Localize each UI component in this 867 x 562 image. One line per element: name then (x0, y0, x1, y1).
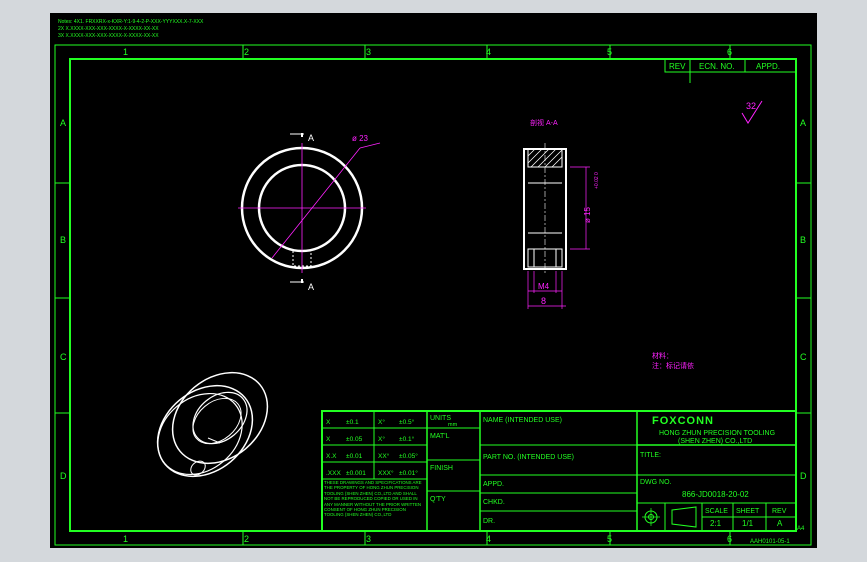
col-6-bottom: 6 (727, 534, 732, 544)
rev-header: REV (669, 62, 686, 71)
tol-r4-c2: ±0.001 (346, 470, 366, 477)
row-b-left: B (60, 235, 66, 245)
disclaimer-box: THESE DRAWINGS AND SPECIFICATIONS ARE TH… (324, 480, 422, 518)
tol-r3-c2: ±0.01 (346, 453, 363, 460)
tol-r3-c4: ±0.05° (399, 452, 418, 460)
tol-r2-c1: X (326, 436, 331, 443)
scale-label: SCALE (705, 508, 728, 515)
row-d-left: D (60, 471, 67, 481)
row-b-right: B (800, 235, 806, 245)
tol-r2-c4: ±0.1° (399, 435, 415, 443)
col-6: 6 (727, 47, 732, 57)
surface-finish-symbol: 32 (741, 100, 763, 124)
surface-finish-value: 32 (746, 101, 756, 111)
notes-header: Notes: 4X1. FRXXRX-x-KXR-Y:1-9-4-2-P-XXX… (58, 19, 204, 39)
ecn-header: ECN. NO. (699, 62, 735, 71)
title-label: TITLE: (640, 452, 661, 459)
isometric-view (156, 371, 269, 478)
dwg-number: 866-JD0018-20-02 (682, 490, 749, 499)
col-4-bottom: 4 (486, 534, 491, 544)
bore-diameter-dim: ø 15 (583, 206, 592, 223)
col-2: 2 (244, 47, 249, 57)
cad-drawing: Notes: 4X1. FRXXRX-x-KXR-Y:1-9-4-2-P-XXX… (54, 19, 812, 546)
section-label-bottom: A (308, 282, 314, 292)
col-4: 4 (486, 47, 491, 57)
sheet-size: A4 (797, 526, 805, 532)
finish-label: FINISH (430, 465, 453, 472)
title-block-labels: UNITS mm MAT'L FINISH Q'TY NAME (INTENDE… (430, 415, 574, 525)
zone-numbers-top: 1 2 3 4 5 6 (123, 47, 732, 57)
col-1-bottom: 1 (123, 534, 128, 544)
col-3-bottom: 3 (366, 534, 371, 544)
tol-r4-c4: ±0.01° (399, 469, 418, 477)
note-line-2: 2X X.XXXX-XXX-XXX-XXXX-X-XXXX-XX-XX (58, 26, 159, 32)
title-block: X ±0.1 X° ±0.5° X ±0.05 X° ±0.1° X.X ±0.… (321, 410, 805, 532)
material-note-2: 注：标记请依 (652, 361, 694, 370)
tol-r1-c4: ±0.5° (399, 418, 415, 426)
company-logo: FOXCONN (652, 415, 714, 427)
matl-label: MAT'L (430, 433, 450, 440)
tol-r1-c2: ±0.1 (346, 419, 359, 426)
part-no-label: PART NO. (INTENDED USE) (483, 454, 574, 461)
section-view-title: 剖视 A-A (530, 118, 558, 127)
projection-symbol-icon (642, 506, 697, 528)
tol-r1-c3: X° (378, 418, 385, 426)
scale-value: 2:1 (710, 519, 722, 528)
tol-r2-c3: X° (378, 435, 385, 443)
name-label: NAME (INTENDED USE) (483, 417, 562, 424)
material-note-1: 材料： (652, 351, 673, 360)
tol-r4-c3: XXX° (378, 469, 394, 477)
tolerance-table: X ±0.1 X° ±0.5° X ±0.05 X° ±0.1° X.X ±0.… (326, 418, 418, 477)
note-line-3: 3X X.XXXX-XXX-XXX-XXXX-X-XXXX-XX-XX (58, 33, 159, 39)
section-view: 剖视 A-A ø 15 +0.02 0 M4 8 (523, 118, 600, 309)
form-number: AAH0101-05-1 (750, 539, 790, 545)
units-label: UNITS (430, 415, 451, 422)
row-c-left: C (60, 352, 67, 362)
row-d-right: D (800, 471, 807, 481)
qty-label: Q'TY (430, 496, 446, 503)
col-5-bottom: 5 (607, 534, 612, 544)
col-2-bottom: 2 (244, 534, 249, 544)
bore-diameter-tolerance: +0.02 0 (594, 172, 600, 189)
note-line-1: Notes: 4X1. FRXXRX-x-KXR-Y:1-9-4-2-P-XXX… (58, 19, 204, 25)
rev-value: A (777, 519, 783, 528)
tol-r3-c1: X.X (326, 453, 337, 460)
front-view: A A ø 23 (238, 133, 381, 292)
tol-r3-c3: XX° (378, 452, 390, 460)
thread-callout: M4 (538, 282, 550, 291)
dr-label: DR. (483, 518, 495, 525)
appd-label: APPD. (483, 481, 504, 488)
sheet-label: SHEET (736, 508, 760, 515)
col-5: 5 (607, 47, 612, 57)
company-name-line1: HONG ZHUN PRECISION TOOLING (659, 430, 775, 437)
units-value: mm (448, 422, 458, 428)
col-1: 1 (123, 47, 128, 57)
zone-numbers-bottom: 1 2 3 4 5 6 (123, 534, 732, 544)
company-name-line2: (SHEN ZHEN) CO.,LTD (678, 438, 752, 445)
sheet-value: 1/1 (742, 519, 754, 528)
tol-r4-c1: .XXX (326, 470, 341, 477)
outer-diameter-dim: ø 23 (352, 134, 369, 143)
rev-label: REV (772, 508, 787, 515)
dwg-no-label: DWG NO. (640, 479, 672, 486)
row-c-right: C (800, 352, 807, 362)
appd-header: APPD. (756, 62, 780, 71)
disclaimer-text: THESE DRAWINGS AND SPECIFICATIONS ARE TH… (324, 480, 422, 518)
material-notes: 材料： 注：标记请依 (652, 351, 694, 370)
section-label-top: A (308, 133, 314, 143)
width-dimension: 8 (541, 296, 546, 306)
row-a-right: A (800, 118, 806, 128)
tol-r1-c1: X (326, 419, 331, 426)
revision-block: REV ECN. NO. APPD. (664, 58, 797, 83)
tol-r2-c2: ±0.05 (346, 436, 363, 443)
row-a-left: A (60, 118, 66, 128)
chkd-label: CHKD. (483, 499, 505, 506)
col-3: 3 (366, 47, 371, 57)
drawing-canvas: Notes: 4X1. FRXXRX-x-KXR-Y:1-9-4-2-P-XXX… (50, 13, 817, 548)
